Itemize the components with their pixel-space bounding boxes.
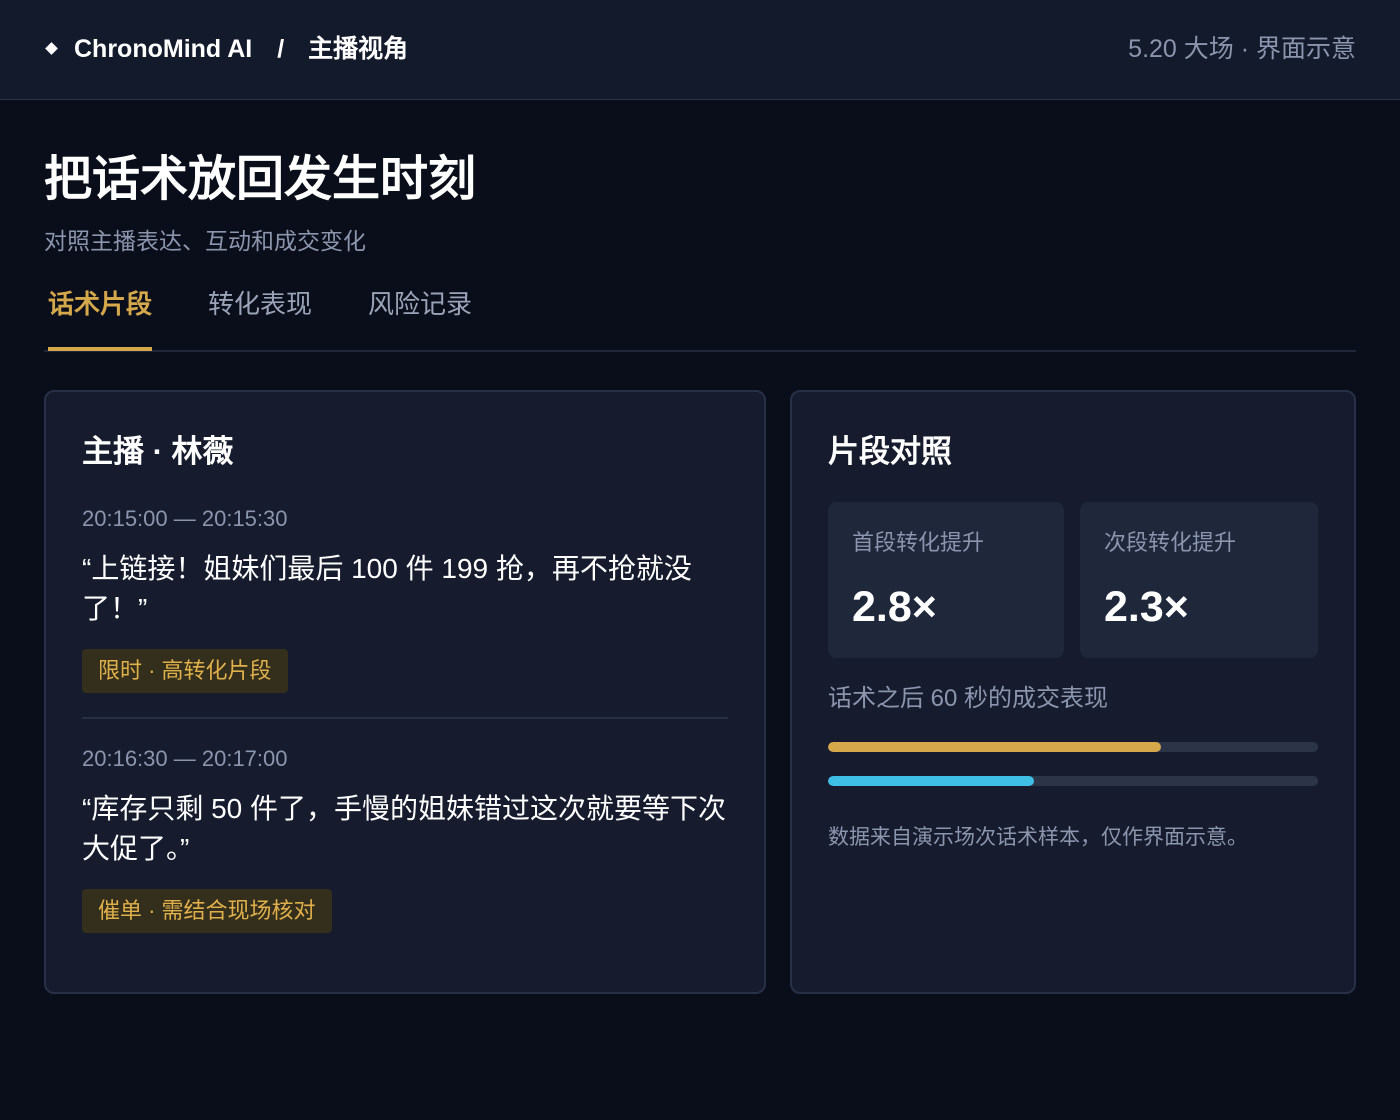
- segment-divider: [82, 717, 728, 719]
- bars-caption: 话术之后 60 秒的成交表现: [828, 685, 1109, 712]
- compare-card-title: 片段对照: [828, 434, 952, 469]
- segment-compare-card: 片段对照 首段转化提升 2.8× 次段转化提升 2.3× 话术之后 60 秒的成…: [790, 390, 1356, 994]
- brand-name[interactable]: ChronoMind AI: [74, 35, 252, 63]
- progress-bar-second: [828, 776, 1318, 786]
- top-bar: ChronoMind AI / 主播视角 5.20 大场 · 界面示意: [0, 0, 1400, 100]
- session-info: 5.20 大场 · 界面示意: [1128, 35, 1356, 63]
- stat-value: 2.8×: [852, 583, 937, 631]
- breadcrumb-current: 主播视角: [308, 35, 409, 63]
- segment-tag: 限时 · 高转化片段: [82, 649, 288, 693]
- stat-second-segment: 次段转化提升 2.3×: [1080, 502, 1318, 658]
- stat-first-segment: 首段转化提升 2.8×: [828, 502, 1064, 658]
- breadcrumb-separator: /: [277, 35, 285, 63]
- tab-script-segments[interactable]: 话术片段: [48, 280, 153, 351]
- progress-fill-first: [828, 742, 1162, 752]
- segment-quote: “上链接！姐妹们最后 100 件 199 抢，再不抢就没了！”: [82, 553, 692, 624]
- stat-label: 次段转化提升: [1104, 530, 1237, 555]
- host-card-title: 主播 · 林薇: [82, 434, 234, 469]
- segment-tag: 催单 · 需结合现场核对: [82, 889, 332, 933]
- progress-bar-first: [828, 742, 1318, 752]
- page-title: 把话术放回发生时刻: [44, 153, 477, 206]
- page-subtitle: 对照主播表达、互动和成交变化: [44, 228, 366, 254]
- segment-time: 20:15:00 — 20:15:30: [82, 506, 288, 531]
- diamond-icon: [45, 42, 58, 55]
- footnote: 数据来自演示场次话术样本，仅作界面示意。: [828, 826, 1248, 849]
- tab-risk-log[interactable]: 风险记录: [368, 280, 472, 350]
- progress-fill-second: [828, 776, 1034, 786]
- stat-label: 首段转化提升: [852, 530, 985, 555]
- segment-time: 20:16:30 — 20:17:00: [82, 746, 288, 771]
- breadcrumb: ChronoMind AI / 主播视角: [74, 33, 408, 65]
- host-segments-card: 主播 · 林薇 20:15:00 — 20:15:30 “上链接！姐妹们最后 1…: [44, 390, 766, 994]
- tab-conversion[interactable]: 转化表现: [208, 280, 312, 350]
- segment-quote: “库存只剩 50 件了，手慢的姐妹错过这次就要等下次大促了。”: [82, 793, 727, 864]
- stat-value: 2.3×: [1104, 583, 1189, 631]
- tab-bar: 话术片段 转化表现 风险记录: [44, 280, 1356, 352]
